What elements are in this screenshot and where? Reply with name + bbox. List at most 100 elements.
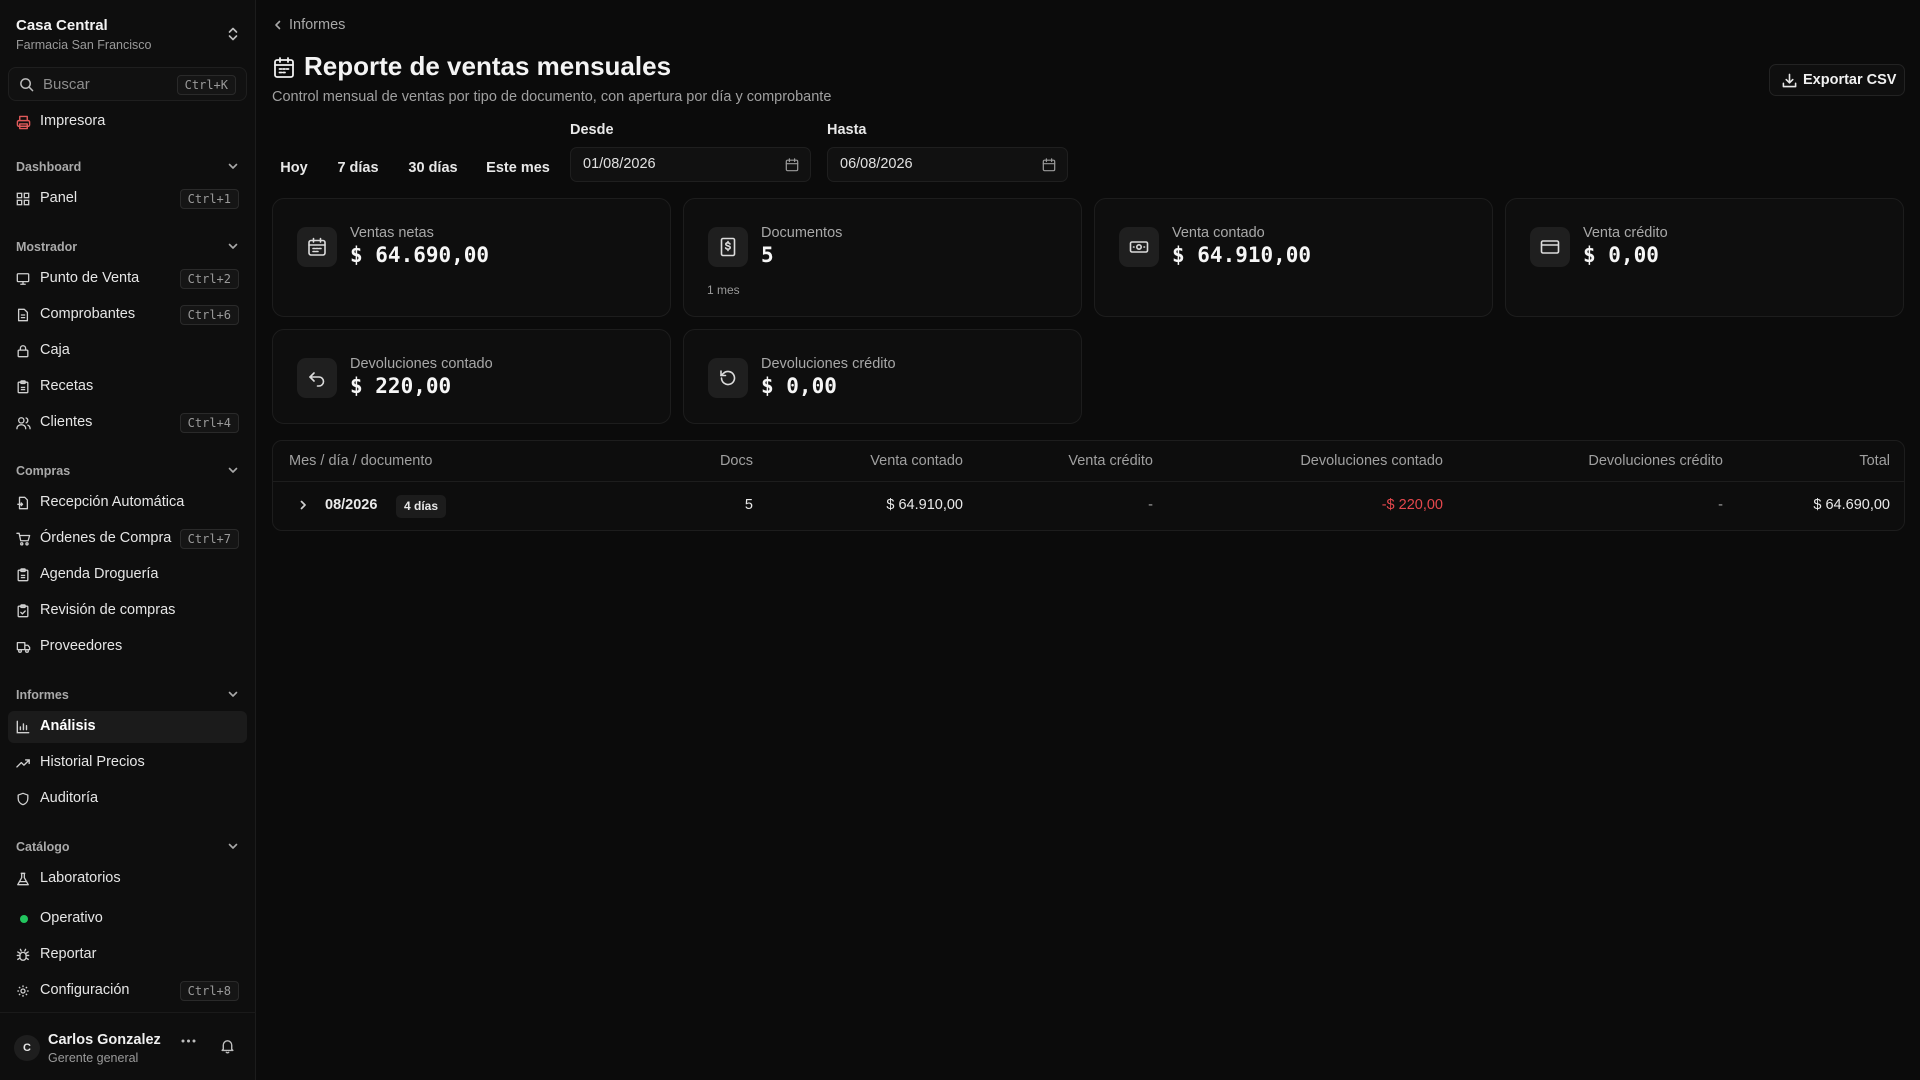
range-7-dias-button[interactable]: 7 días (332, 153, 384, 183)
org-name: Casa Central (16, 17, 108, 34)
bell-icon[interactable] (220, 1038, 235, 1054)
sidebar-item-label: Impresora (40, 113, 106, 129)
shortcut-badge: Ctrl+6 (179, 305, 239, 325)
credit-card-icon (1530, 227, 1570, 267)
section-catalogo[interactable]: Catálogo (16, 838, 239, 856)
section-mostrador[interactable]: Mostrador (16, 238, 239, 256)
range-30-dias-button[interactable]: 30 días (403, 153, 463, 183)
sidebar-item-panel[interactable]: Panel Ctrl+1 (8, 183, 247, 215)
section-label: Dashboard (16, 160, 82, 174)
sidebar-item-ordenes-de-compra[interactable]: Órdenes de Compra Ctrl+7 (8, 523, 247, 555)
sidebar-item-printer[interactable]: Impresora (8, 106, 247, 138)
export-label: Exportar CSV (1803, 72, 1897, 88)
undo-icon (297, 358, 337, 398)
calendar-icon (273, 56, 295, 79)
printer-icon (16, 115, 31, 130)
sidebar-item-analisis[interactable]: Análisis (8, 711, 247, 743)
shortcut-badge: Ctrl+7 (179, 529, 239, 549)
download-icon (1782, 73, 1797, 88)
column-header-mes: Mes / día / documento (289, 453, 433, 469)
sidebar-item-label: Reportar (40, 946, 97, 962)
sidebar-item-label: Panel (40, 190, 78, 206)
range-hoy-button[interactable]: Hoy (274, 153, 314, 183)
sidebar-item-punto-de-venta[interactable]: Punto de Venta Ctrl+2 (8, 263, 247, 295)
sidebar-item-label: Comprobantes (40, 306, 136, 322)
search-input[interactable]: Buscar Ctrl+K (8, 67, 247, 101)
banknote-icon (1119, 227, 1159, 267)
user-role: Gerente general (48, 1051, 139, 1065)
column-header-devoluciones-contado: Devoluciones contado (1300, 453, 1443, 469)
chevron-down-icon (227, 840, 239, 852)
section-dashboard[interactable]: Dashboard (16, 158, 239, 176)
card-value: $ 0,00 (1583, 243, 1659, 267)
calendar-icon[interactable] (1042, 158, 1056, 172)
clipboard-icon (16, 380, 30, 394)
org-switcher[interactable]: Casa Central Farmacia San Francisco (16, 16, 240, 56)
from-date-input[interactable]: 01/08/2026 (570, 147, 811, 182)
sidebar-item-proveedores[interactable]: Proveedores (8, 631, 247, 663)
table-header: Mes / día / documento Docs Venta contado… (273, 441, 1904, 482)
sidebar-item-label: Operativo (40, 910, 103, 926)
sidebar-item-auditoria[interactable]: Auditoría (8, 783, 247, 815)
sidebar-item-label: Configuración (40, 982, 130, 998)
card-label: Devoluciones crédito (761, 356, 896, 372)
avatar: C (14, 1035, 40, 1061)
sidebar-item-caja[interactable]: Caja (8, 335, 247, 367)
sidebar-item-comprobantes[interactable]: Comprobantes Ctrl+6 (8, 299, 247, 331)
row-docs: 5 (744, 497, 753, 513)
from-label: Desde (570, 122, 614, 138)
clipboard-check-icon (16, 604, 30, 618)
export-csv-button[interactable]: Exportar CSV (1769, 64, 1905, 96)
page-subtitle: Control mensual de ventas por tipo de do… (272, 89, 832, 105)
sidebar-item-historial-precios[interactable]: Historial Precios (8, 747, 247, 779)
to-label: Hasta (827, 122, 867, 138)
more-horizontal-icon[interactable] (181, 1039, 196, 1043)
trending-up-icon (16, 756, 31, 770)
section-label: Catálogo (16, 840, 70, 854)
to-date-input[interactable]: 06/08/2026 (827, 147, 1068, 182)
card-ventas-netas: Ventas netas $ 64.690,00 (272, 198, 671, 317)
sidebar-item-revision-de-compras[interactable]: Revisión de compras (8, 595, 247, 627)
card-value: $ 0,00 (761, 374, 837, 398)
range-este-mes-button[interactable]: Este mes (482, 153, 554, 183)
sidebar-item-clientes[interactable]: Clientes Ctrl+4 (8, 407, 247, 439)
sidebar-item-laboratorios[interactable]: Laboratorios (8, 863, 247, 895)
card-devoluciones-credito: Devoluciones crédito $ 0,00 (683, 329, 1082, 424)
breadcrumb-link[interactable]: Informes (289, 17, 345, 33)
sidebar-item-agenda-drogueria[interactable]: Agenda Droguería (8, 559, 247, 591)
sidebar-item-label: Análisis (40, 718, 96, 734)
chevron-down-icon (227, 688, 239, 700)
sidebar-item-recetas[interactable]: Recetas (8, 371, 247, 403)
chevron-right-icon[interactable] (297, 499, 309, 511)
table-row[interactable]: 08/2026 4 días 5 $ 64.910,00 - -$ 220,00… (273, 482, 1904, 530)
card-value: $ 64.690,00 (350, 243, 490, 267)
page-title: Reporte de ventas mensuales (304, 51, 672, 81)
sidebar-item-label: Revisión de compras (40, 602, 176, 618)
file-dollar-icon (708, 227, 748, 267)
sidebar-item-operativo[interactable]: Operativo (8, 903, 247, 935)
column-header-venta-contado: Venta contado (870, 453, 963, 469)
column-header-total: Total (1859, 453, 1890, 469)
column-header-docs: Docs (719, 453, 753, 469)
card-label: Devoluciones contado (350, 356, 493, 372)
monitor-icon (16, 272, 30, 286)
bug-icon (16, 948, 30, 962)
card-value: $ 220,00 (350, 374, 452, 398)
calendar-icon[interactable] (785, 158, 799, 172)
section-label: Compras (16, 464, 71, 478)
truck-icon (16, 640, 31, 654)
card-value: 5 (761, 243, 774, 267)
card-value: $ 64.910,00 (1172, 243, 1312, 267)
sidebar-item-configuracion[interactable]: Configuración Ctrl+8 (8, 975, 247, 1007)
sidebar-item-reportar[interactable]: Reportar (8, 939, 247, 971)
section-compras[interactable]: Compras (16, 462, 239, 480)
section-informes[interactable]: Informes (16, 686, 239, 704)
sidebar-item-recepcion-automatica[interactable]: Recepción Automática (8, 487, 247, 519)
search-placeholder: Buscar (43, 76, 90, 93)
sidebar-item-label: Historial Precios (40, 754, 145, 770)
shortcut-badge: Ctrl+8 (179, 981, 239, 1001)
sidebar-item-label: Recepción Automática (40, 494, 185, 510)
user-profile[interactable]: C Carlos Gonzalez Gerente general (0, 1012, 256, 1080)
calendar-icon (297, 227, 337, 267)
card-label: Venta crédito (1583, 225, 1668, 241)
